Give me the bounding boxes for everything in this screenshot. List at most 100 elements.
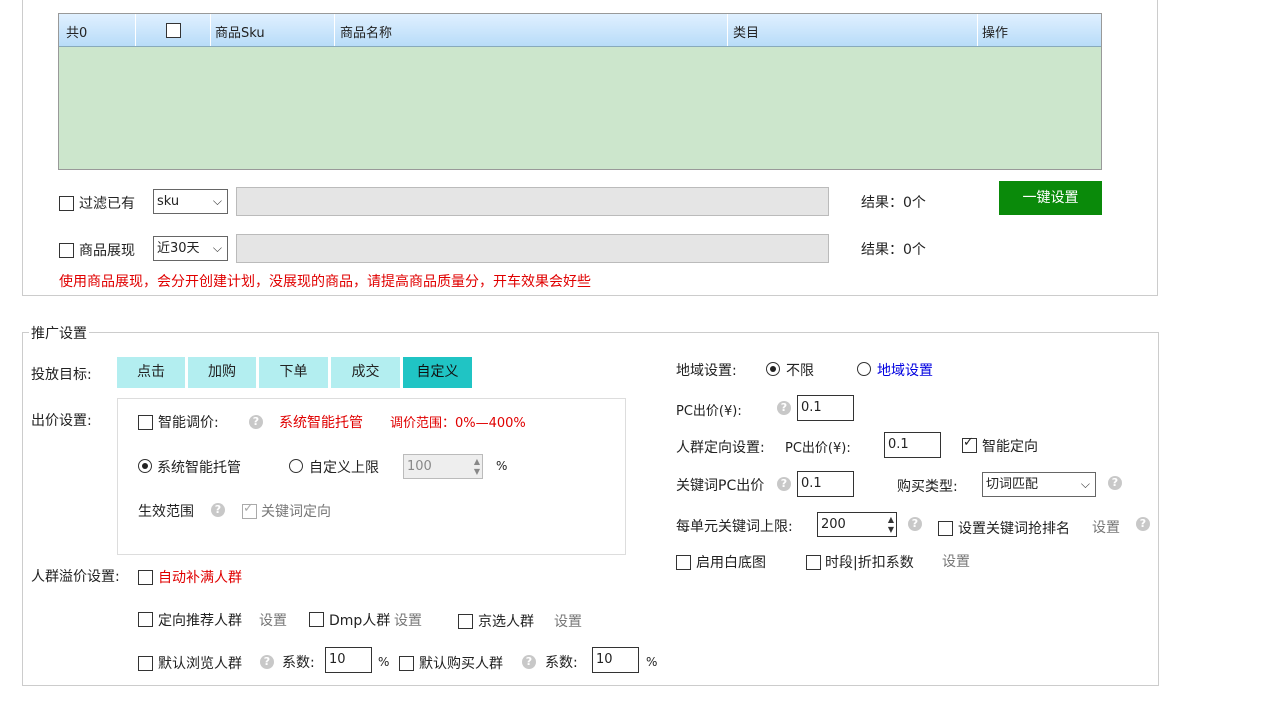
browse-coef-input[interactable]: 10 — [325, 647, 372, 673]
kw-rank-checkbox[interactable] — [938, 521, 953, 536]
kw-pc-label: 关键词PC出价 — [676, 478, 765, 494]
kw-limit-label: 每单元关键词上限: — [676, 519, 793, 535]
display-input[interactable] — [236, 234, 829, 263]
crowd-setting-label: 人群定向设置: — [676, 440, 765, 456]
smart-adjust-checkbox[interactable] — [138, 415, 153, 430]
recommend-crowd-checkbox[interactable] — [138, 612, 153, 627]
keyword-scope-label: 关键词定向 — [261, 504, 331, 520]
help-icon[interactable]: ? — [908, 517, 922, 531]
crowd-label: 人群溢价设置: — [31, 569, 120, 585]
buy-coef-label: 系数: — [545, 655, 578, 671]
display-result: 结果：0个 — [861, 242, 926, 258]
sys-managed-text: 系统智能托管 — [279, 415, 363, 431]
product-table: 共0 商品Sku 商品名称 类目 操作 — [58, 13, 1102, 170]
dmp-crowd-set-link[interactable]: 设置 — [394, 610, 422, 630]
jd-crowd-set-link[interactable]: 设置 — [554, 611, 582, 631]
dmp-crowd-label: Dmp人群 — [329, 613, 391, 629]
help-icon[interactable]: ? — [249, 415, 263, 429]
browse-crowd-label: 默认浏览人群 — [158, 656, 242, 672]
jd-crowd-checkbox[interactable] — [458, 614, 473, 629]
time-discount-label: 时段|折扣系数 — [825, 555, 914, 571]
buy-type-label: 购买类型: — [897, 479, 958, 495]
help-icon[interactable]: ? — [522, 655, 536, 669]
filter-input[interactable] — [236, 187, 829, 216]
target-cart-button[interactable]: 加购 — [188, 357, 256, 388]
buy-type-select[interactable]: 切词匹配 ⌵ — [982, 472, 1096, 497]
region-unlimited-label: 不限 — [786, 363, 814, 379]
browse-crowd-checkbox[interactable] — [138, 656, 153, 671]
dmp-crowd-checkbox[interactable] — [309, 612, 324, 627]
region-set-link[interactable]: 地域设置 — [877, 360, 933, 380]
kw-rank-set-link[interactable]: 设置 — [1092, 517, 1120, 537]
spinner-icon[interactable]: ▲ ▼ — [474, 457, 480, 477]
pc-bid-input[interactable]: 0.1 — [797, 395, 854, 421]
recommend-crowd-set-link[interactable]: 设置 — [259, 610, 287, 630]
help-icon[interactable]: ? — [211, 503, 225, 517]
sys-managed-label: 系统智能托管 — [157, 460, 241, 476]
bid-label: 出价设置: — [31, 413, 92, 429]
percent-sign: % — [378, 655, 390, 669]
percent-sign: % — [496, 459, 508, 473]
region-set-radio[interactable] — [857, 362, 871, 376]
target-click-button[interactable]: 点击 — [117, 357, 185, 388]
select-all-checkbox[interactable] — [166, 23, 181, 38]
help-icon[interactable]: ? — [1136, 517, 1150, 531]
help-icon[interactable]: ? — [260, 655, 274, 669]
custom-limit-label: 自定义上限 — [309, 460, 379, 476]
header-category: 类目 — [733, 26, 760, 41]
header-name: 商品名称 — [340, 26, 393, 41]
smart-target-label: 智能定向 — [982, 439, 1038, 455]
period-select[interactable]: 近30天 ⌵ — [153, 236, 228, 261]
help-icon[interactable]: ? — [777, 401, 791, 415]
smart-adjust-label: 智能调价: — [158, 415, 219, 431]
buy-crowd-label: 默认购买人群 — [419, 656, 503, 672]
region-label: 地域设置: — [676, 363, 737, 379]
buy-crowd-checkbox[interactable] — [399, 656, 414, 671]
browse-coef-label: 系数: — [282, 655, 315, 671]
promo-legend: 推广设置 — [29, 323, 89, 343]
target-order-button[interactable]: 下单 — [259, 357, 328, 388]
time-discount-set-link[interactable]: 设置 — [942, 551, 970, 571]
white-bg-checkbox[interactable] — [676, 555, 691, 570]
kw-rank-label: 设置关键词抢排名 — [958, 521, 1070, 537]
pc-bid-label: PC出价(¥): — [676, 404, 742, 419]
filter-result: 结果：0个 — [861, 195, 926, 211]
one-click-set-button[interactable]: 一键设置 — [999, 181, 1102, 215]
filter-type-select[interactable]: sku ⌵ — [153, 189, 228, 214]
product-display-checkbox[interactable] — [59, 243, 74, 258]
kw-limit-input[interactable]: 200 ▲ ▼ — [817, 512, 897, 537]
jd-crowd-label: 京选人群 — [478, 614, 534, 630]
sys-managed-radio[interactable] — [138, 459, 152, 473]
help-icon[interactable]: ? — [777, 477, 791, 491]
crowd-pc-input[interactable]: 0.1 — [884, 432, 941, 458]
warning-text: 使用商品展现，会分开创建计划，没展现的商品，请提高商品质量分，开车效果会好些 — [59, 274, 591, 290]
custom-limit-radio[interactable] — [289, 459, 303, 473]
buy-coef-input[interactable]: 10 — [592, 647, 639, 673]
chevron-down-icon: ⌵ — [212, 194, 222, 208]
time-discount-checkbox[interactable] — [806, 555, 821, 570]
product-display-label: 商品展现 — [79, 243, 135, 259]
help-icon[interactable]: ? — [1108, 476, 1122, 490]
region-unlimited-radio[interactable] — [766, 362, 780, 376]
target-label: 投放目标: — [31, 367, 92, 383]
recommend-crowd-label: 定向推荐人群 — [158, 613, 242, 629]
percent-sign: % — [646, 655, 658, 669]
custom-limit-input[interactable]: 100 ▲ ▼ — [403, 454, 483, 479]
crowd-pc-label: PC出价(¥): — [785, 441, 851, 456]
chevron-down-icon: ⌵ — [1080, 477, 1090, 491]
spinner-icon[interactable]: ▲ ▼ — [888, 515, 894, 535]
keyword-scope-checkbox[interactable] — [242, 501, 257, 519]
filter-existing-checkbox[interactable] — [59, 196, 74, 211]
target-deal-button[interactable]: 成交 — [331, 357, 400, 388]
kw-pc-input[interactable]: 0.1 — [797, 471, 854, 497]
auto-fill-label: 自动补满人群 — [158, 570, 242, 586]
chevron-down-icon: ⌵ — [212, 241, 222, 255]
auto-fill-checkbox[interactable] — [138, 570, 153, 585]
header-count: 共0 — [66, 26, 88, 41]
adjust-range-text: 调价范围：0%—400% — [390, 416, 526, 431]
white-bg-label: 启用白底图 — [696, 555, 766, 571]
smart-target-checkbox[interactable] — [962, 435, 977, 453]
target-custom-button[interactable]: 自定义 — [403, 357, 472, 388]
header-action: 操作 — [982, 26, 1009, 41]
table-header: 共0 商品Sku 商品名称 类目 操作 — [59, 14, 1101, 47]
